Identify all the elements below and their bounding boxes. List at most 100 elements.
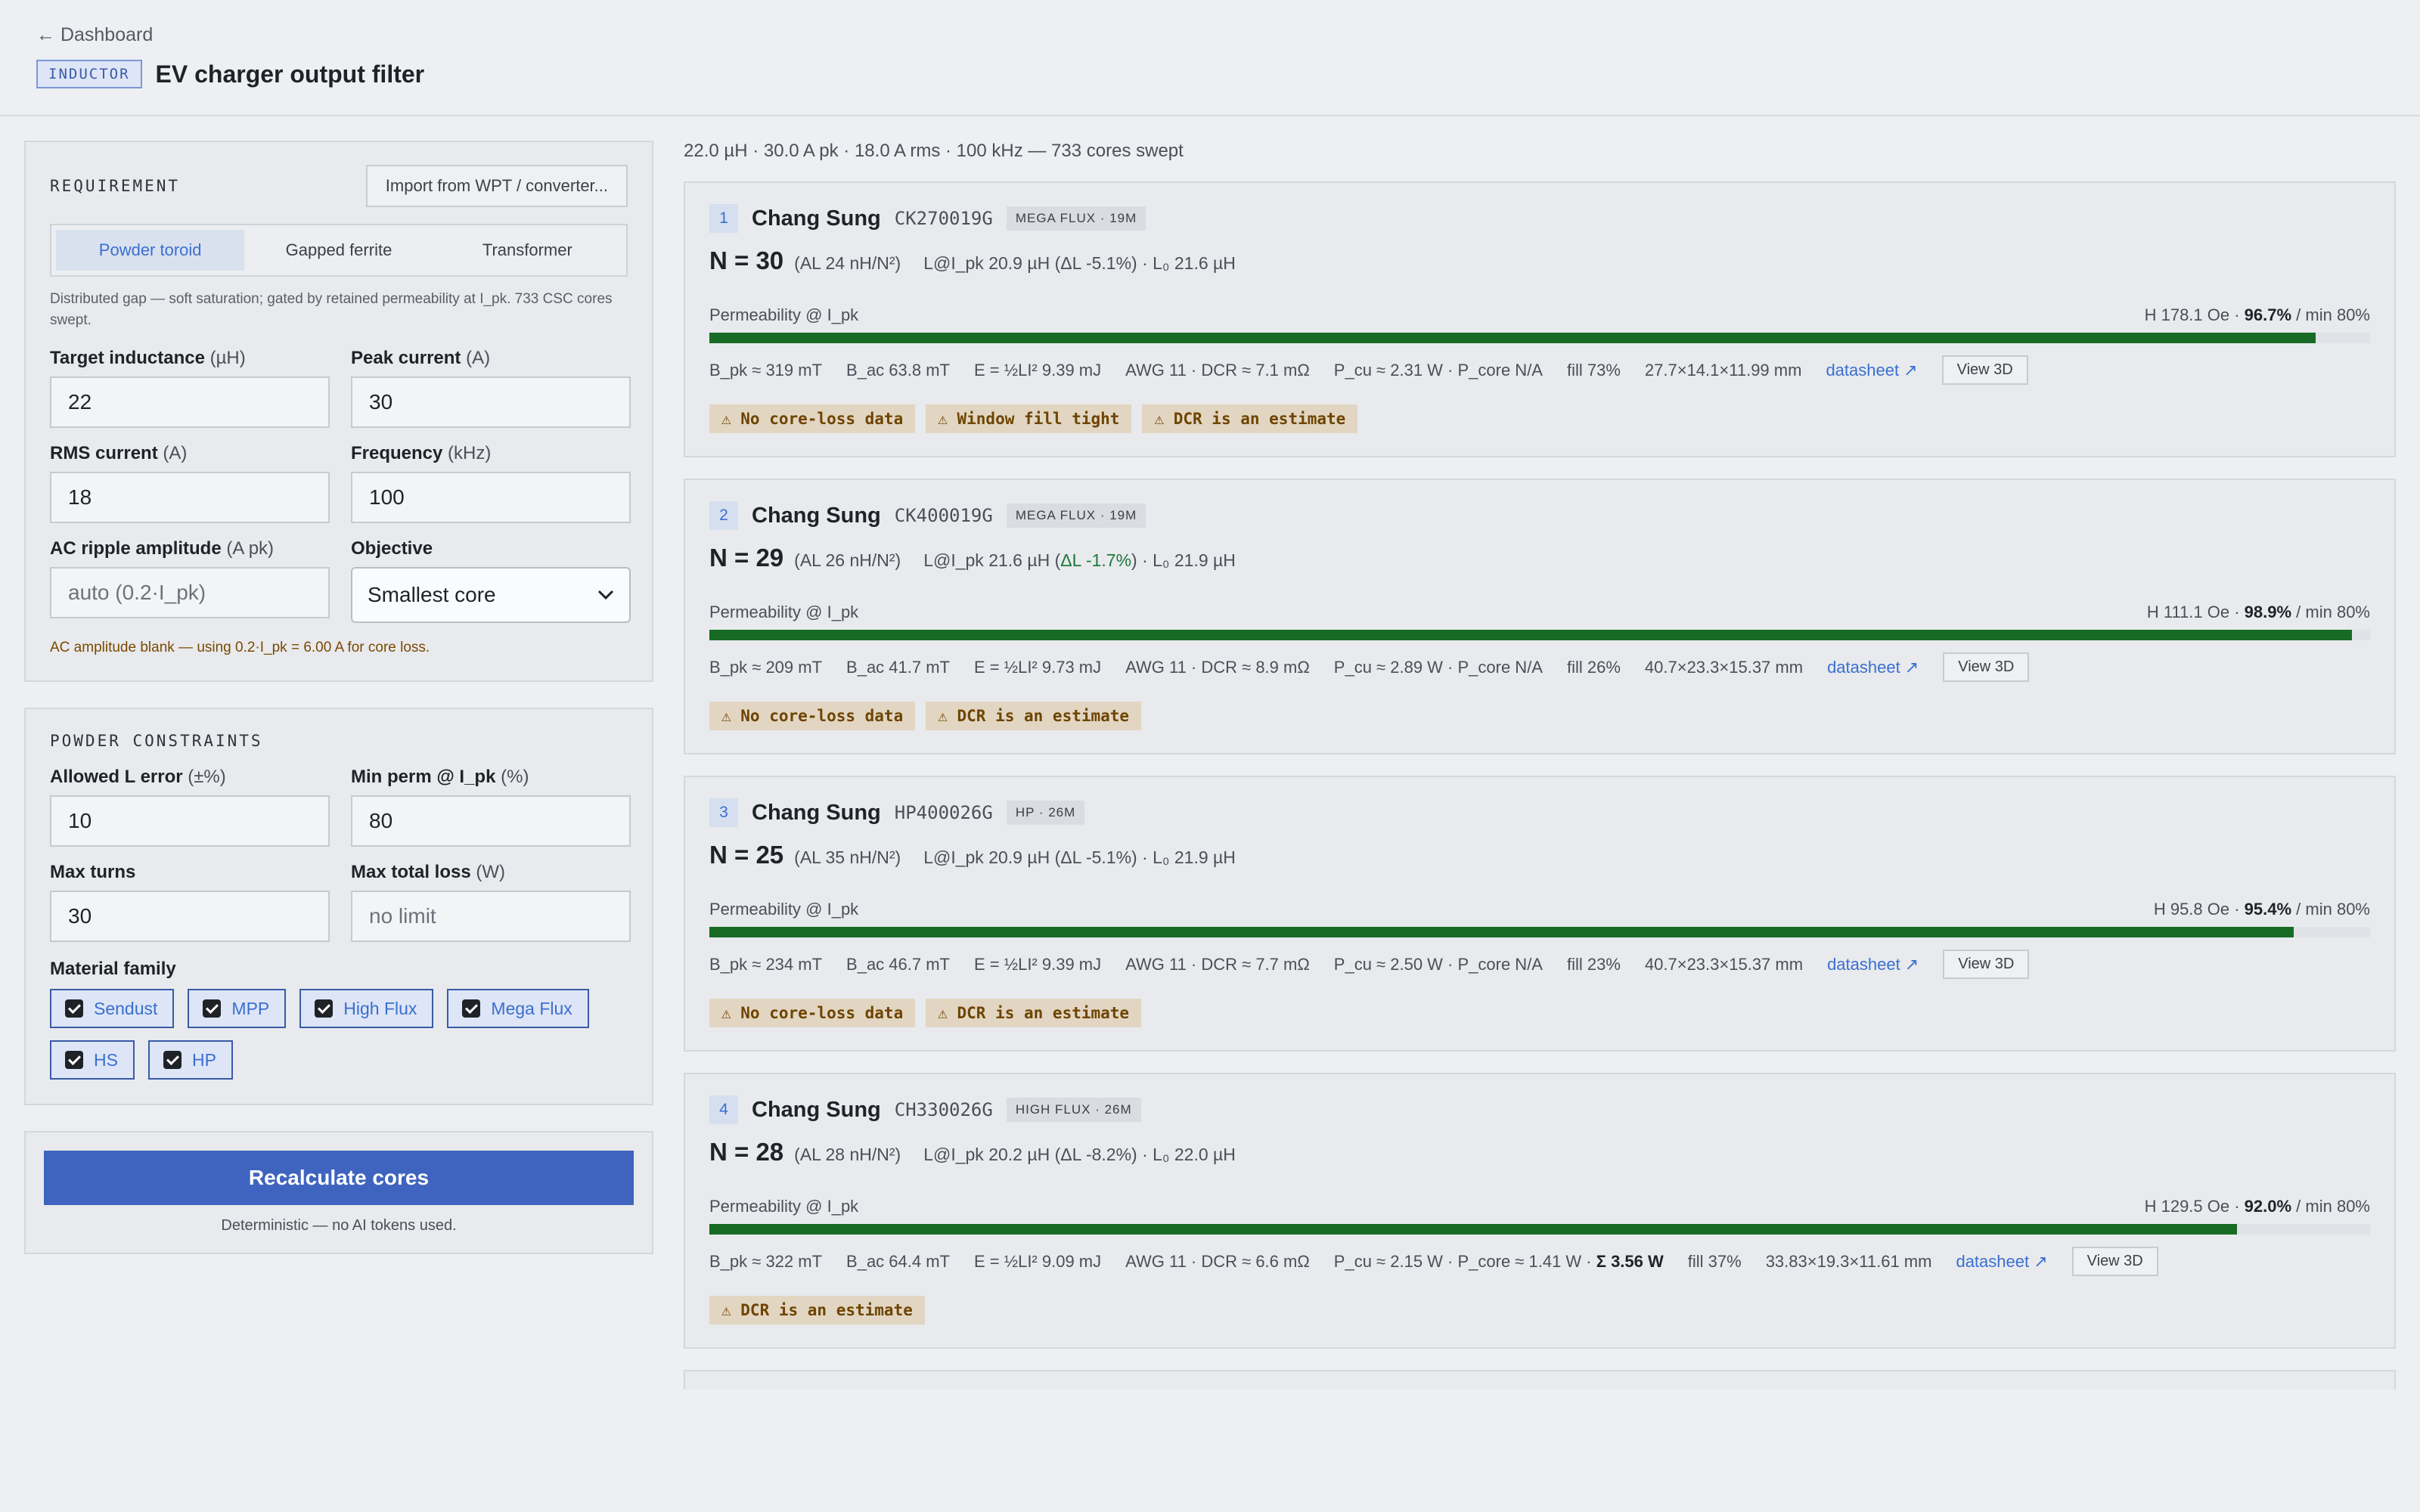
objective-select[interactable]: Smallest core [351,567,631,623]
checkbox-sendust[interactable]: Sendust [50,989,175,1028]
tab-gapped-ferrite[interactable]: Gapped ferrite [244,230,433,271]
peak-current-field: Peak current (A) 30 [351,348,631,428]
inductance-at-peak: L@I_pk 20.2 µH (ΔL -8.2%) · L₀ 22.0 µH [923,1145,1236,1165]
h-field: H 178.1 Oe · [2144,305,2245,324]
warning-badges: ⚠ No core-loss data ⚠ Window fill tight ⚠ … [709,404,2370,433]
topology-tabs: Powder toroid Gapped ferrite Transformer [50,224,628,277]
peak-current-input[interactable]: 30 [351,376,631,428]
stat-item: AWG 11 · DCR ≈ 7.7 mΩ [1125,954,1310,974]
part-number: CK270019G [894,208,993,229]
rank-badge: 3 [709,798,738,827]
turns-row: N = 25 (AL 35 nH/N²) L@I_pk 20.9 µH (ΔL -5… [709,841,2370,869]
stat-item: fill 26% [1566,657,1621,677]
ac-amplitude-warning: AC amplitude blank — using 0.2·I_pk = 6.… [50,640,430,655]
al-value: (AL 35 nH/N²) [794,847,901,867]
inductance-text: L@I_pk 21.6 µH ( [923,550,1061,570]
turns-count: N = 28 [709,1138,784,1166]
permeability-row: Permeability @ I_pk H 178.1 Oe · 96.7% / … [709,305,2370,325]
vendor-name: Chang Sung [752,1097,881,1122]
part-number: HP400026G [894,802,993,823]
view-3d-button[interactable]: View 3D [2071,1247,2158,1276]
allowed-l-error-input[interactable]: 10 [50,795,330,847]
stat-item: E = ½LI² 9.73 mJ [973,657,1102,677]
field-label: AC ripple amplitude [50,538,222,559]
view-3d-button[interactable]: View 3D [1941,355,2028,385]
warning-badge: ⚠ Window fill tight [926,404,1132,433]
inductance-text: L@I_pk 20.2 µH ( [923,1145,1061,1164]
turns-row: N = 30 (AL 24 nH/N²) L@I_pk 20.9 µH (ΔL -5… [709,246,2370,275]
checkbox-checked-icon [163,1051,182,1069]
topology-hint: Distributed gap — soft saturation; gated… [50,291,613,328]
view-3d-button[interactable]: View 3D [1943,652,2030,682]
recalculate-button[interactable]: Recalculate cores [44,1151,634,1205]
tab-powder-toroid[interactable]: Powder toroid [56,230,245,271]
target-inductance-input[interactable]: 22 [50,376,330,428]
view-3d-button[interactable]: View 3D [1943,950,2030,979]
stat-item: AWG 11 · DCR ≈ 6.6 mΩ [1125,1251,1310,1271]
page-header: ← Dashboard INDUCTOR EV charger output f… [0,0,2420,116]
frequency-input[interactable]: 100 [351,472,631,523]
permeability-min: / min 80% [2291,900,2370,919]
max-total-loss-field: Max total loss (W) no limit [351,862,631,942]
max-turns-input[interactable]: 30 [50,891,330,942]
permeability-bar-fill [709,1224,2238,1235]
warning-badges: ⚠ No core-loss data ⚠ DCR is an estimate [709,999,2370,1027]
requirement-section-label: REQUIREMENT [50,177,181,195]
inductance-text: ) · L₀ 21.6 µH [1131,253,1236,273]
rank-badge: 1 [709,204,738,233]
warning-badges: ⚠ No core-loss data ⚠ DCR is an estimate [709,702,2370,730]
back-to-dashboard-link[interactable]: ← Dashboard [36,24,153,46]
checkbox-label: Mega Flux [491,998,572,1018]
ac-ripple-input[interactable]: auto (0.2·I_pk) [50,567,330,618]
turns-count: N = 29 [709,544,784,572]
datasheet-link[interactable]: datasheet ↗ [1827,658,1919,677]
result-header: 3 Chang Sung HP400026G HP · 26M [709,798,2370,827]
datasheet-link[interactable]: datasheet ↗ [1826,361,1917,380]
permeability-bar-fill [709,333,2316,343]
import-button[interactable]: Import from WPT / converter... [365,165,628,207]
constraints-panel: POWDER CONSTRAINTS Allowed L error (±%) … [24,708,653,1105]
stat-item: E = ½LI² 9.09 mJ [973,1251,1102,1271]
max-total-loss-input[interactable]: no limit [351,891,631,942]
field-unit: (A pk) [226,538,275,559]
checkbox-hp[interactable]: HP [147,1040,233,1080]
checkbox-label: MPP [231,998,270,1018]
turns-row: N = 29 (AL 26 nH/N²) L@I_pk 21.6 µH (ΔL -1… [709,544,2370,572]
min-perm-input[interactable]: 80 [351,795,631,847]
permeability-percent: 96.7% [2244,305,2292,324]
permeability-row: Permeability @ I_pk H 111.1 Oe · 98.9% / … [709,603,2370,622]
rms-current-input[interactable]: 18 [50,472,330,523]
tab-transformer[interactable]: Transformer [433,230,622,271]
frequency-field: Frequency (kHz) 100 [351,443,631,523]
permeability-percent: 92.0% [2244,1197,2292,1216]
max-turns-field: Max turns 30 [50,862,330,942]
datasheet-link[interactable]: datasheet ↗ [1956,1252,2047,1272]
warning-badge: ⚠ No core-loss data [709,999,916,1027]
objective-field: Objective Smallest core [351,538,631,623]
permeability-min: / min 80% [2291,603,2370,621]
checkbox-checked-icon [203,999,222,1018]
checkbox-mega-flux[interactable]: Mega Flux [447,989,589,1028]
permeability-percent: 98.9% [2244,603,2292,621]
stat-item: B_pk ≈ 322 mT [709,1251,823,1271]
checkbox-label: HP [191,1049,216,1070]
checkbox-hs[interactable]: HS [50,1040,135,1080]
allowed-l-error-field: Allowed L error (±%) 10 [50,767,330,847]
stat-item: AWG 11 · DCR ≈ 8.9 mΩ [1125,657,1310,677]
checkbox-mpp[interactable]: MPP [188,989,287,1028]
stat-item: AWG 11 · DCR ≈ 7.1 mΩ [1125,360,1310,380]
turns-count: N = 30 [709,246,784,274]
checkbox-label: HS [94,1049,118,1070]
checkbox-high-flux[interactable]: High Flux [299,989,434,1028]
field-label: Target inductance [50,348,205,368]
checkbox-checked-icon [65,999,83,1018]
rank-badge: 2 [709,501,738,530]
objective-label: Objective [351,538,433,559]
results-pane: 22.0 µH · 30.0 A pk · 18.0 A rms · 100 k… [684,141,2396,1390]
datasheet-link[interactable]: datasheet ↗ [1827,955,1919,974]
permeability-bar-fill [709,630,2352,640]
stat-item: B_ac 64.4 mT [846,1251,950,1271]
field-unit: (A) [466,348,491,368]
field-label: Frequency [351,443,443,463]
permeability-label: Permeability @ I_pk [709,305,859,324]
